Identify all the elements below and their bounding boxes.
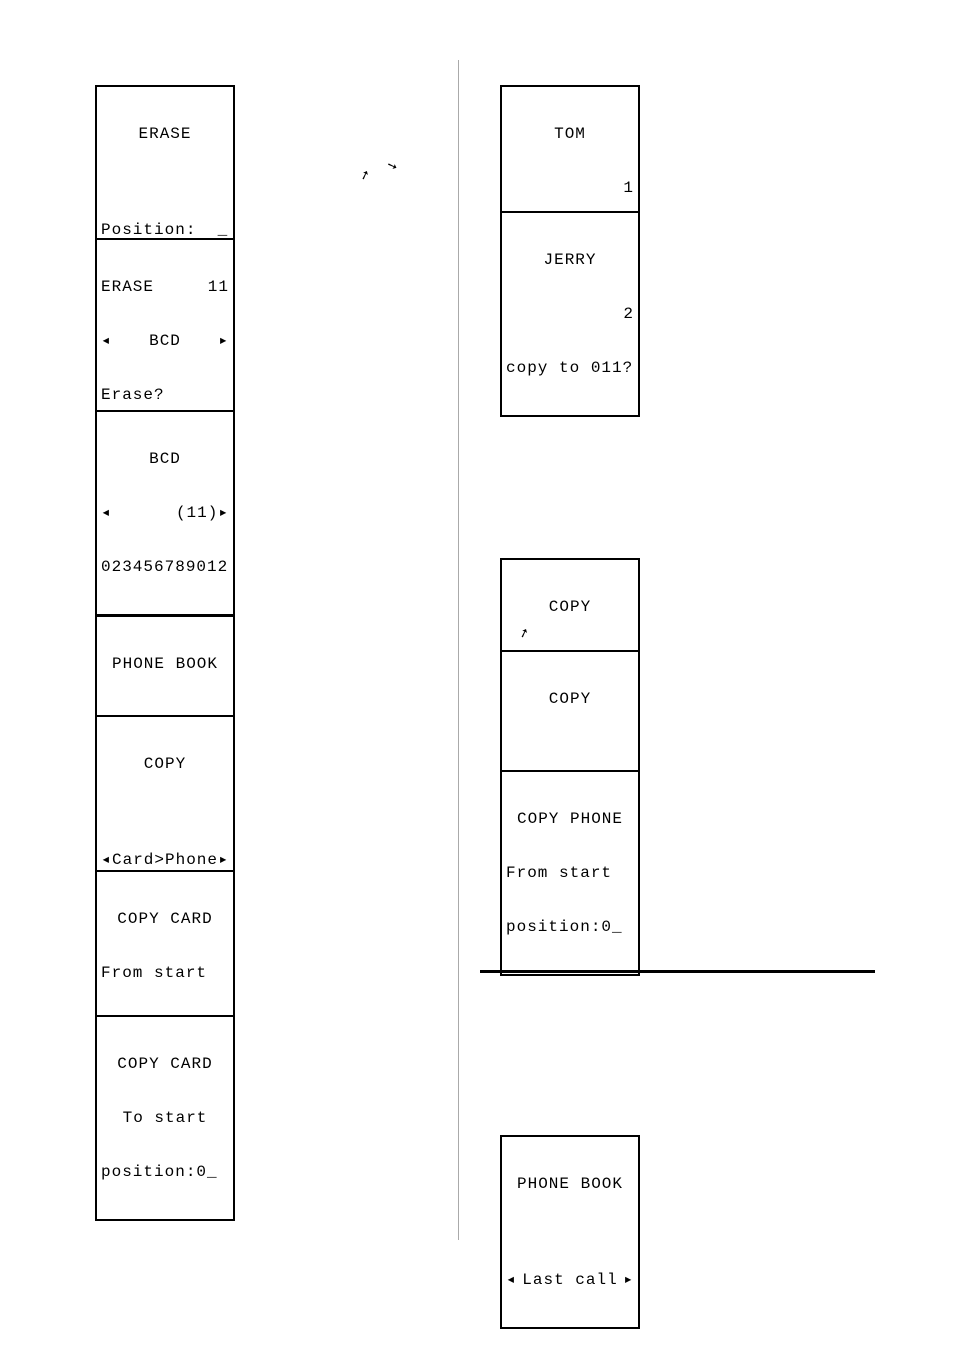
right-arrow-icon: ▸ bbox=[623, 1271, 634, 1289]
title: PHONE BOOK bbox=[101, 655, 229, 673]
entry-name: BCD bbox=[101, 450, 229, 468]
title: ERASE bbox=[101, 278, 154, 296]
direction: Card>Phone bbox=[112, 851, 218, 869]
title: COPY PHONE bbox=[506, 810, 634, 828]
index: 1 bbox=[506, 179, 634, 197]
title: COPY bbox=[506, 690, 634, 708]
lcd-bcd-entry: BCD ◂ (11) ▸ 023456789012 bbox=[95, 410, 235, 616]
title: COPY CARD bbox=[101, 910, 229, 928]
value: Position: _ bbox=[101, 221, 229, 239]
title: COPY CARD bbox=[101, 1055, 229, 1073]
prompt: Erase? bbox=[101, 386, 229, 404]
lcd-copycard-to: COPY CARD To start position:0_ bbox=[95, 1015, 235, 1221]
line3: position:0_ bbox=[101, 1163, 229, 1181]
index: 11 bbox=[208, 278, 229, 296]
title: COPY bbox=[101, 755, 229, 773]
title: COPY bbox=[506, 598, 634, 616]
title: ERASE bbox=[101, 125, 229, 143]
section-divider bbox=[480, 970, 875, 973]
left-arrow-icon: ◂ bbox=[101, 504, 112, 522]
index: (11) bbox=[112, 504, 219, 522]
right-arrow-icon: ▸ bbox=[218, 504, 229, 522]
lcd-phonebook-lastcall: PHONE BOOK ◂ Last call ▸ bbox=[500, 1135, 640, 1329]
menu-item: Last call bbox=[522, 1271, 617, 1289]
lcd-jerry: JERRY 2 copy to 011? bbox=[500, 211, 640, 417]
left-arrow-icon: ◂ bbox=[101, 332, 112, 350]
right-arrow-icon: ▸ bbox=[218, 851, 229, 869]
phone-number: 023456789012 bbox=[101, 558, 229, 576]
lcd-copyphone-from: COPY PHONE From start position:0_ bbox=[500, 770, 640, 976]
line2: From start bbox=[101, 964, 229, 982]
decorative-arrows: ➚ ➘ bbox=[358, 155, 404, 186]
line3: position:0_ bbox=[506, 918, 634, 936]
name: JERRY bbox=[506, 251, 634, 269]
page: ERASE Position: _ ➚ ➘ ERASE 11 ◂ BCD ▸ E… bbox=[0, 0, 954, 1351]
prompt: copy to 011? bbox=[506, 359, 634, 377]
left-arrow-icon: ◂ bbox=[506, 1271, 517, 1289]
right-arrow-icon: ▸ bbox=[218, 332, 229, 350]
title: PHONE BOOK bbox=[506, 1175, 634, 1193]
entry-name: BCD bbox=[149, 332, 181, 350]
left-arrow-icon: ◂ bbox=[101, 851, 112, 869]
index: 2 bbox=[506, 305, 634, 323]
column-separator bbox=[458, 60, 459, 1240]
line2: To start bbox=[101, 1109, 229, 1127]
name: TOM bbox=[506, 125, 634, 143]
line2: From start bbox=[506, 864, 634, 882]
